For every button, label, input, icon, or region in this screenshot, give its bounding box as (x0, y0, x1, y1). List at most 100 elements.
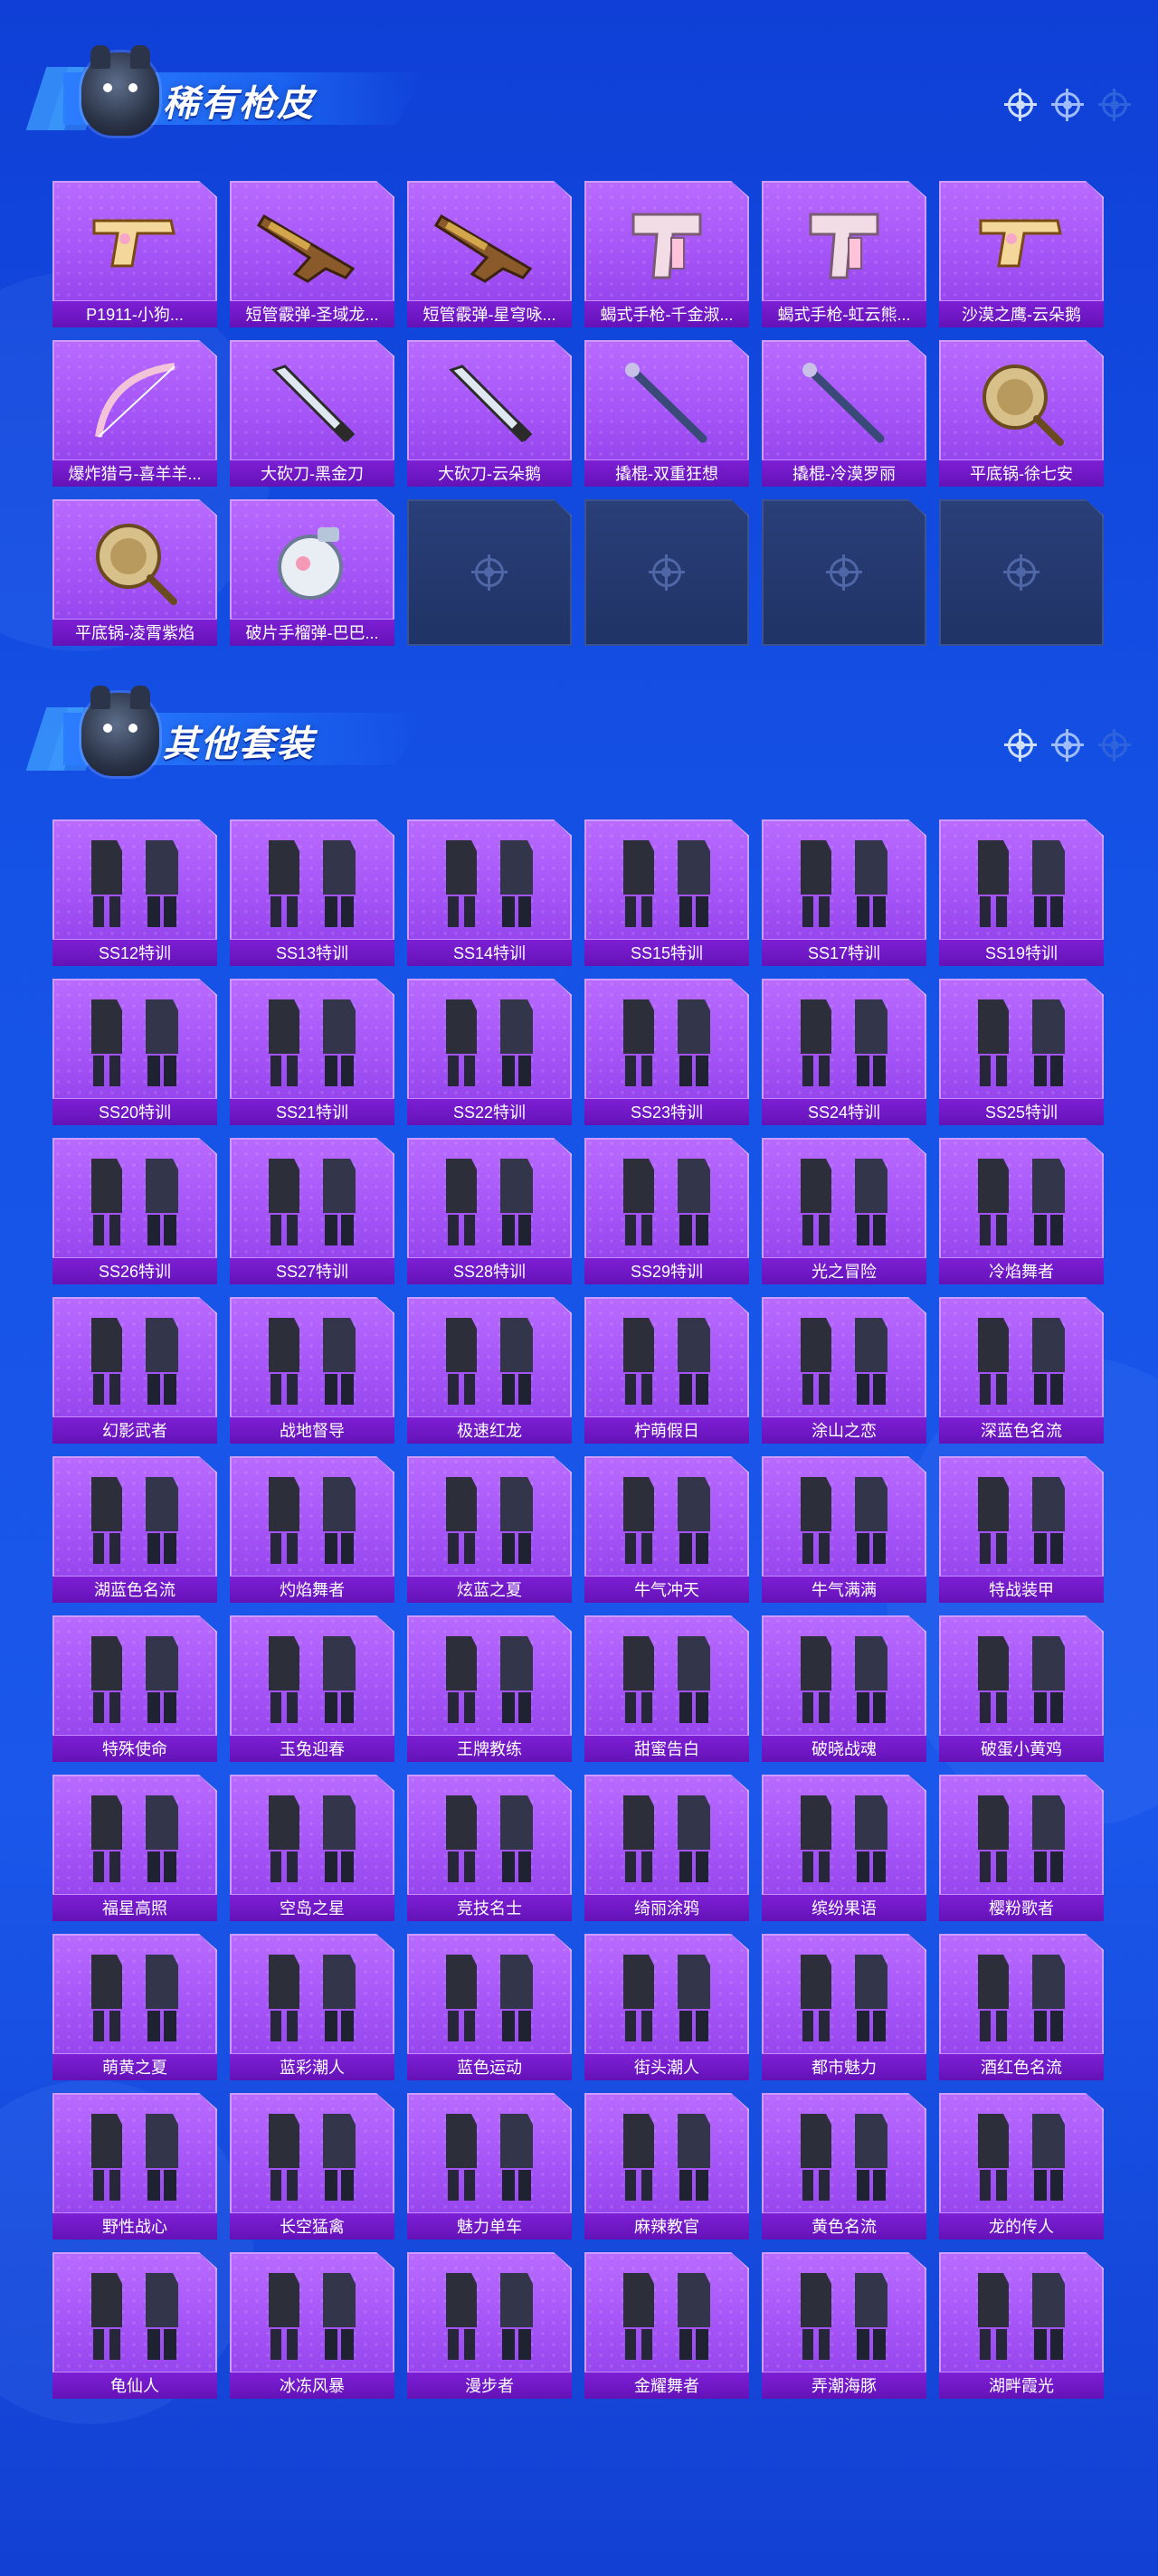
outfits-item-card[interactable]: SS22特训 (407, 979, 572, 1125)
item-label: 撬棍-冷漠罗丽 (762, 459, 926, 487)
item-label: 甜蜜告白 (584, 1735, 749, 1762)
outfits-item-card[interactable]: 缤纷果语 (762, 1775, 926, 1921)
outfits-item-card[interactable]: 龟仙人 (52, 2252, 217, 2399)
shotgun-icon (407, 190, 572, 297)
outfits-item-card[interactable]: 破晓战魂 (762, 1615, 926, 1762)
outfits-item-card[interactable]: 野性战心 (52, 2093, 217, 2240)
outfit-icon (407, 1306, 572, 1413)
rare-item-card[interactable]: 短管霰弹-星穹咏... (407, 181, 572, 327)
rare-item-card[interactable]: 大砍刀-云朵鹅 (407, 340, 572, 487)
rare-item-card[interactable]: 蝎式手枪-虹云熊... (762, 181, 926, 327)
outfits-item-card[interactable]: SS13特训 (230, 819, 394, 966)
outfit-icon (407, 988, 572, 1094)
outfit-icon (230, 2102, 394, 2209)
outfits-item-card[interactable]: SS20特训 (52, 979, 217, 1125)
outfits-item-card[interactable]: SS23特训 (584, 979, 749, 1125)
outfits-item-card[interactable]: 冰冻风暴 (230, 2252, 394, 2399)
item-label: 黄色名流 (762, 2212, 926, 2240)
rare-item-card[interactable]: 平底锅-徐七安 (939, 340, 1104, 487)
outfits-item-card[interactable]: 幻影武者 (52, 1297, 217, 1444)
outfits-item-card[interactable]: 龙的传人 (939, 2093, 1104, 2240)
outfits-item-card[interactable]: 都市魅力 (762, 1934, 926, 2080)
crowbar-icon (584, 349, 749, 456)
outfits-item-card[interactable]: 酒红色名流 (939, 1934, 1104, 2080)
outfits-item-card[interactable]: 光之冒险 (762, 1138, 926, 1284)
rare-item-card[interactable]: 大砍刀-黑金刀 (230, 340, 394, 487)
outfits-item-card[interactable]: 魅力单车 (407, 2093, 572, 2240)
rare-item-card[interactable]: 蝎式手枪-千金淑... (584, 181, 749, 327)
outfits-item-card[interactable]: 空岛之星 (230, 1775, 394, 1921)
outfits-item-card[interactable]: SS19特训 (939, 819, 1104, 966)
outfits-item-card[interactable]: 牛气满满 (762, 1456, 926, 1603)
outfits-item-card[interactable]: 金耀舞者 (584, 2252, 749, 2399)
outfits-item-card[interactable]: 漫步者 (407, 2252, 572, 2399)
outfits-item-card[interactable]: 玉兔迎春 (230, 1615, 394, 1762)
outfits-item-card[interactable]: 极速红龙 (407, 1297, 572, 1444)
outfits-item-card[interactable]: 街头潮人 (584, 1934, 749, 2080)
outfits-item-card[interactable]: 湖畔霞光 (939, 2252, 1104, 2399)
outfits-item-card[interactable]: 竞技名士 (407, 1775, 572, 1921)
item-label: 大砍刀-云朵鹅 (407, 459, 572, 487)
outfits-item-card[interactable]: 甜蜜告白 (584, 1615, 749, 1762)
outfits-item-card[interactable]: 绮丽涂鸦 (584, 1775, 749, 1921)
rare-item-card[interactable]: 破片手榴弹-巴巴... (230, 499, 394, 646)
outfits-item-card[interactable]: SS27特训 (230, 1138, 394, 1284)
outfits-item-card[interactable]: 蓝色运动 (407, 1934, 572, 2080)
outfits-item-card[interactable]: SS25特训 (939, 979, 1104, 1125)
item-label: SS21特训 (230, 1098, 394, 1125)
outfits-item-card[interactable]: 炫蓝之夏 (407, 1456, 572, 1603)
outfits-item-card[interactable]: SS12特训 (52, 819, 217, 966)
outfits-item-card[interactable]: SS24特训 (762, 979, 926, 1125)
outfits-item-card[interactable]: 长空猛禽 (230, 2093, 394, 2240)
rare-item-card[interactable]: 沙漠之鹰-云朵鹅 (939, 181, 1104, 327)
item-label: 金耀舞者 (584, 2372, 749, 2399)
outfits-item-card[interactable]: 特战装甲 (939, 1456, 1104, 1603)
outfit-icon (939, 1465, 1104, 1572)
outfits-item-card[interactable]: 弄潮海豚 (762, 2252, 926, 2399)
rare-item-card[interactable]: 平底锅-凌霄紫焰 (52, 499, 217, 646)
outfits-item-card[interactable]: SS29特训 (584, 1138, 749, 1284)
outfits-item-card[interactable]: 樱粉歌者 (939, 1775, 1104, 1921)
outfit-icon (230, 1306, 394, 1413)
outfits-item-card[interactable]: SS21特训 (230, 979, 394, 1125)
crosshair-icon (826, 554, 862, 591)
outfits-item-card[interactable]: 柠萌假日 (584, 1297, 749, 1444)
outfits-item-card[interactable]: 特殊使命 (52, 1615, 217, 1762)
outfit-icon (52, 1465, 217, 1572)
outfits-item-card[interactable]: 涂山之恋 (762, 1297, 926, 1444)
outfits-item-card[interactable]: 战地督导 (230, 1297, 394, 1444)
outfits-item-card[interactable]: SS26特训 (52, 1138, 217, 1284)
outfits-item-card[interactable]: SS14特训 (407, 819, 572, 966)
outfit-icon (939, 1943, 1104, 2050)
outfits-item-card[interactable]: 破蛋小黄鸡 (939, 1615, 1104, 1762)
outfits-item-card[interactable]: SS28特训 (407, 1138, 572, 1284)
item-label: SS22特训 (407, 1098, 572, 1125)
outfits-item-card[interactable]: 蓝彩潮人 (230, 1934, 394, 2080)
outfit-icon (52, 988, 217, 1094)
rare-item-card[interactable]: 撬棍-冷漠罗丽 (762, 340, 926, 487)
outfits-item-card[interactable]: 灼焰舞者 (230, 1456, 394, 1603)
outfits-item-card[interactable]: 牛气冲天 (584, 1456, 749, 1603)
item-label: 炫蓝之夏 (407, 1576, 572, 1603)
outfits-item-card[interactable]: 深蓝色名流 (939, 1297, 1104, 1444)
rare-item-card[interactable]: P1911-小狗... (52, 181, 217, 327)
rare-item-card[interactable]: 爆炸猎弓-喜羊羊... (52, 340, 217, 487)
empty-slot (584, 499, 749, 646)
item-label: SS26特训 (52, 1257, 217, 1284)
rare-item-card[interactable]: 撬棍-双重狂想 (584, 340, 749, 487)
outfits-item-card[interactable]: 冷焰舞者 (939, 1138, 1104, 1284)
outfits-item-card[interactable]: 萌黄之夏 (52, 1934, 217, 2080)
outfits-item-card[interactable]: 麻辣教官 (584, 2093, 749, 2240)
outfits-item-card[interactable]: 湖蓝色名流 (52, 1456, 217, 1603)
item-label: 萌黄之夏 (52, 2053, 217, 2080)
rare-item-card[interactable]: 短管霰弹-圣域龙... (230, 181, 394, 327)
outfits-item-card[interactable]: 福星高照 (52, 1775, 217, 1921)
outfits-item-card[interactable]: SS17特训 (762, 819, 926, 966)
outfit-icon (230, 1465, 394, 1572)
item-label: 蓝彩潮人 (230, 2053, 394, 2080)
card-corner-decoration (908, 499, 926, 517)
outfits-item-card[interactable]: 黄色名流 (762, 2093, 926, 2240)
outfits-item-card[interactable]: SS15特训 (584, 819, 749, 966)
outfits-item-card[interactable]: 王牌教练 (407, 1615, 572, 1762)
item-label: SS17特训 (762, 939, 926, 966)
